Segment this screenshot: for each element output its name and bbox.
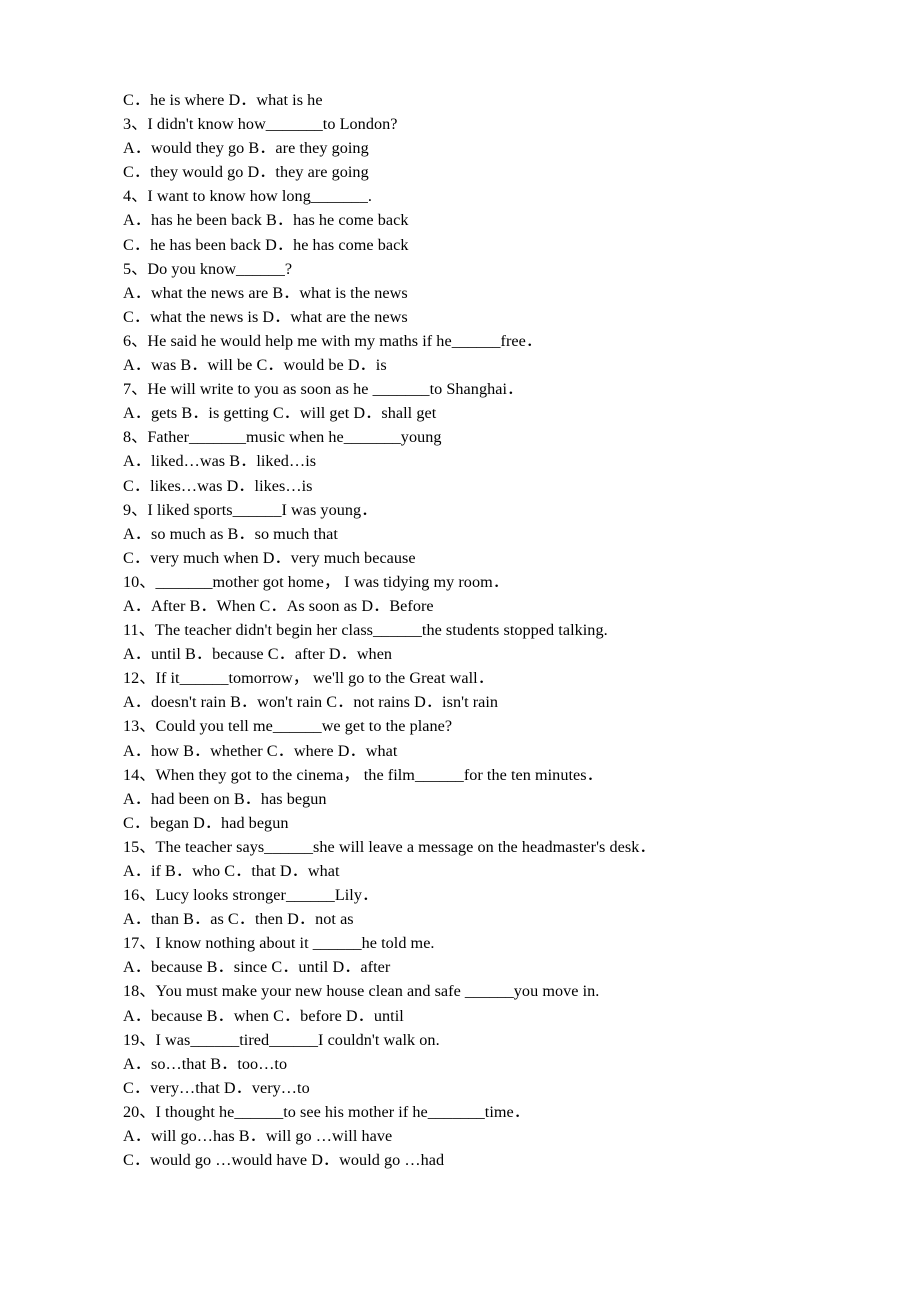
option-line-text: A．gets B．is getting C．will get D．shall g…	[123, 404, 437, 423]
option-line-text: A．how B．whether C．where D．what	[123, 741, 398, 760]
option-line: C．began D．had begun	[123, 811, 860, 835]
question-text: 20、I thought he______to see his mother i…	[123, 1102, 530, 1121]
question-line-7: 7、He will write to you as soon as he ___…	[123, 377, 860, 401]
option-line: A．gets B．is getting C．will get D．shall g…	[123, 401, 860, 425]
question-line-11: 11、The teacher didn't begin her class___…	[123, 618, 860, 642]
option-line-text: A．what the news are B．what is the news	[123, 283, 408, 302]
question-text: 14、When they got to the cinema， the film…	[123, 765, 603, 784]
question-text: 5、Do you know______?	[123, 259, 293, 278]
question-line-15: 15、The teacher says______she will leave …	[123, 835, 860, 859]
option-line-text: A．until B．because C．after D．when	[123, 645, 393, 664]
option-line-text: A．so much as B．so much that	[123, 524, 338, 543]
question-line-10: 10、_______mother got home， I was tidying…	[123, 570, 860, 594]
option-line-text: C．he has been back D．he has come back	[123, 235, 409, 254]
option-line: A．because B．since C．until D．after	[123, 955, 860, 979]
question-text: 16、Lucy looks stronger______Lily．	[123, 886, 379, 905]
option-line: A．would they go B．are they going	[123, 136, 860, 160]
option-line-text: A．doesn't rain B．won't rain C．not rains …	[123, 693, 499, 712]
option-line-text: C．began D．had begun	[123, 813, 289, 832]
option-line-text: A．had been on B．has begun	[123, 789, 327, 808]
question-text: 13、Could you tell me______we get to the …	[123, 717, 453, 736]
option-line-text: A．if B．who C．that D．what	[123, 862, 340, 880]
option-line: A．until B．because C．after D．when	[123, 642, 860, 666]
document-body: C．he is where D．what is he 3、I didn't kn…	[123, 88, 860, 1172]
question-text: 3、I didn't know how_______to London?	[123, 115, 398, 134]
option-line-text: A．was B．will be C．would be D．is	[123, 356, 387, 375]
option-line: A．will go…has B．will go …will have	[123, 1124, 860, 1148]
option-line: A．was B．will be C．would be D．is	[123, 353, 860, 377]
option-line: A．what the news are B．what is the news	[123, 281, 860, 305]
question-text: 12、If it______tomorrow， we'll go to the …	[123, 669, 494, 688]
question-line-6: 6、He said he would help me with my maths…	[123, 329, 860, 353]
question-line-18: 18、You must make your new house clean an…	[123, 979, 860, 1003]
option-line: C．very…that D．very…to	[123, 1076, 860, 1100]
question-text: 8、Father_______music when he_______young	[123, 428, 442, 447]
option-line: A．so…that B．too…to	[123, 1052, 860, 1076]
option-line: A．so much as B．so much that	[123, 522, 860, 546]
option-line: C．very much when D．very much because	[123, 546, 860, 570]
question-line-17: 17、I know nothing about it ______he told…	[123, 931, 860, 955]
option-line-text: A．liked…was B．liked…is	[123, 452, 317, 471]
option-line: A．doesn't rain B．won't rain C．not rains …	[123, 690, 860, 714]
option-line: C．likes…was D．likes…is	[123, 474, 860, 498]
question-text: 18、You must make your new house clean an…	[123, 982, 600, 1001]
option-line-text: C．would go …would have D．would go …had	[123, 1151, 445, 1170]
option-line-text: C．very…that D．very…to	[123, 1078, 310, 1097]
option-line-text: A．because B．when C．before D．until	[123, 1006, 404, 1025]
question-text: 6、He said he would help me with my maths…	[123, 331, 543, 350]
option-line: A．After B．When C．As soon as D．Before	[123, 594, 860, 618]
option-line-text: A．After B．When C．As soon as D．Before	[123, 596, 434, 615]
question-line-12: 12、If it______tomorrow， we'll go to the …	[123, 666, 860, 690]
question-text: 11、The teacher didn't begin her class___…	[123, 621, 608, 640]
option-line-text: C．what the news is D．what are the news	[123, 307, 408, 326]
option-line: A．because B．when C．before D．until	[123, 1004, 860, 1028]
option-line-text: C．likes…was D．likes…is	[123, 476, 313, 495]
option-line: C．what the news is D．what are the news	[123, 305, 860, 329]
question-text: 4、I want to know how long_______.	[123, 187, 372, 206]
option-line: C．he has been back D．he has come back	[123, 233, 860, 257]
option-line-text: A．than B．as C．then D．not as	[123, 910, 354, 929]
option-line-text: A．has he been back B．has he come back	[123, 211, 409, 230]
option-line: A．liked…was B．liked…is	[123, 449, 860, 473]
question-text: 15、The teacher says______she will leave …	[123, 837, 656, 856]
question-line-9: 9、I liked sports______I was young．	[123, 498, 860, 522]
question-line-20: 20、I thought he______to see his mother i…	[123, 1100, 860, 1124]
option-line-text: A．so…that B．too…to	[123, 1054, 288, 1073]
option-line: C．he is where D．what is he	[123, 88, 860, 112]
question-line-8: 8、Father_______music when he_______young	[123, 425, 860, 449]
option-line: A．if B．who C．that D．what	[123, 859, 860, 883]
option-line-text: A．will go…has B．will go …will have	[123, 1127, 393, 1146]
question-text: 9、I liked sports______I was young．	[123, 500, 378, 519]
question-line-3: 3、I didn't know how_______to London?	[123, 112, 860, 136]
worksheet-page: C．he is where D．what is he 3、I didn't kn…	[0, 0, 920, 1302]
option-line-text: A．because B．since C．until D．after	[123, 958, 391, 977]
question-text: 17、I know nothing about it ______he told…	[123, 934, 435, 953]
option-line-text: A．would they go B．are they going	[123, 139, 369, 158]
question-line-14: 14、When they got to the cinema， the film…	[123, 763, 860, 787]
question-text: 10、_______mother got home， I was tidying…	[123, 572, 509, 591]
option-line: A．how B．whether C．where D．what	[123, 739, 860, 763]
option-line: A．than B．as C．then D．not as	[123, 907, 860, 931]
question-text: 19、I was______tired______I couldn't walk…	[123, 1030, 440, 1049]
question-line-19: 19、I was______tired______I couldn't walk…	[123, 1028, 860, 1052]
question-line-13: 13、Could you tell me______we get to the …	[123, 714, 860, 738]
question-line-5: 5、Do you know______?	[123, 257, 860, 281]
option-line: A．had been on B．has begun	[123, 787, 860, 811]
question-line-4: 4、I want to know how long_______.	[123, 184, 860, 208]
option-line-text: C．he is where D．what is he	[123, 91, 323, 109]
option-line-text: C．very much when D．very much because	[123, 548, 416, 567]
option-line: C．they would go D．they are going	[123, 160, 860, 184]
option-line-text: C．they would go D．they are going	[123, 163, 369, 182]
question-text: 7、He will write to you as soon as he ___…	[123, 380, 524, 399]
question-line-16: 16、Lucy looks stronger______Lily．	[123, 883, 860, 907]
option-line: C．would go …would have D．would go …had	[123, 1148, 860, 1172]
option-line: A．has he been back B．has he come back	[123, 208, 860, 232]
